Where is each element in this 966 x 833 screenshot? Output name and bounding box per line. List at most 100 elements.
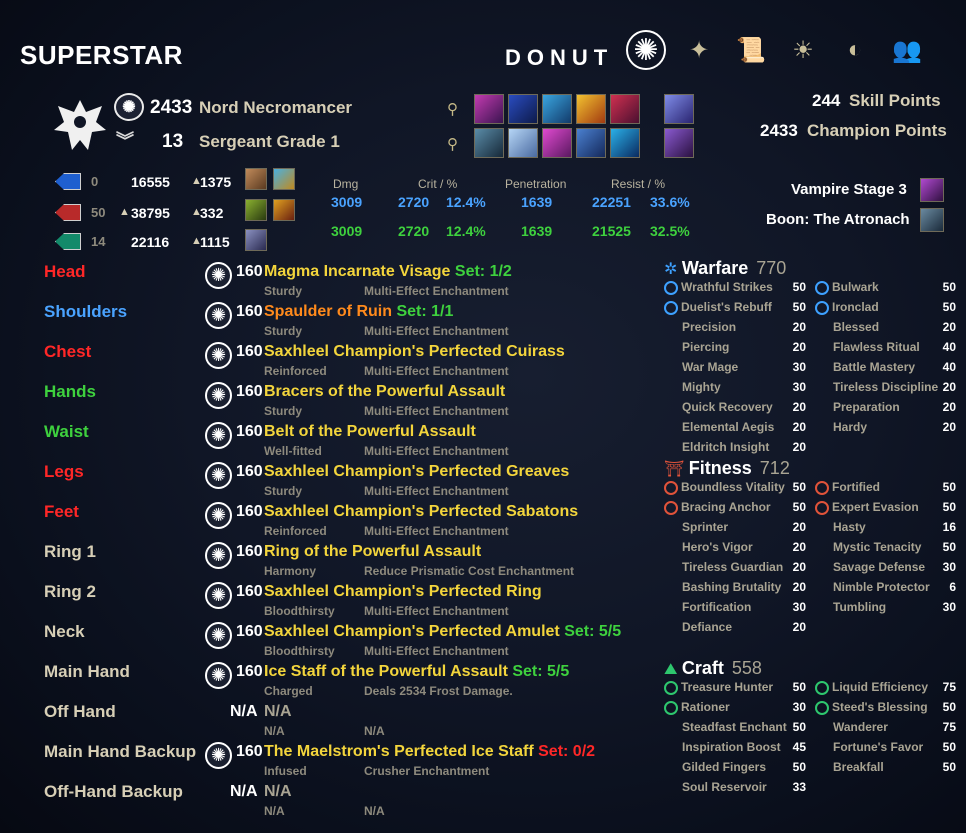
champion-star-name[interactable]: Steadfast Enchant xyxy=(682,720,787,734)
back-ability-bar xyxy=(474,128,640,158)
champion-star-name[interactable]: Treasure Hunter xyxy=(681,680,773,694)
item-name-line[interactable]: Saxhleel Champion's Perfected Amulet Set… xyxy=(264,623,621,641)
champion-star-name[interactable]: Defiance xyxy=(682,620,732,634)
spell-resist: 22251 xyxy=(592,194,631,210)
sun-icon[interactable]: ☀ xyxy=(784,31,822,69)
equipment-row[interactable]: Main Hand Backup ✺ 160 The Maelstrom's Perf… xyxy=(0,740,655,780)
champion-star-name[interactable]: Elemental Aegis xyxy=(682,420,774,434)
champion-rank-icon: ✺ xyxy=(205,742,232,769)
champion-star-name[interactable]: Savage Defense xyxy=(833,560,925,574)
group-icon[interactable]: 👥 xyxy=(888,31,926,69)
front-ability-bar xyxy=(474,94,640,124)
equipment-row[interactable]: Hands ✺ 160 Bracers of the Powerful Assault… xyxy=(0,380,655,420)
equipment-row[interactable]: Feet ✺ 160 Saxhleel Champion's Perfected Sa… xyxy=(0,500,655,540)
equipment-row[interactable]: Ring 1 ✺ 160 Ring of the Powerful Assault Ha… xyxy=(0,540,655,580)
item-name-line[interactable]: The Maelstrom's Perfected Ice Staff Set:… xyxy=(264,743,595,761)
champion-level: 2433 xyxy=(150,97,193,118)
champion-star-name[interactable]: Preparation xyxy=(833,400,900,414)
champion-star-name[interactable]: Expert Evasion xyxy=(832,500,919,514)
champion-star-name[interactable]: Piercing xyxy=(682,340,729,354)
item-name-line[interactable]: N/A xyxy=(264,703,292,721)
item-name-line[interactable]: Bracers of the Powerful Assault xyxy=(264,383,505,401)
champion-star-name[interactable]: Inspiration Boost xyxy=(682,740,781,754)
champion-star-name[interactable]: Liquid Efficiency xyxy=(832,680,928,694)
champion-star-name[interactable]: Bracing Anchor xyxy=(681,500,771,514)
item-name-line[interactable]: Saxhleel Champion's Perfected Ring xyxy=(264,583,542,601)
champion-icon[interactable]: ✺ xyxy=(626,30,666,70)
item-name-line[interactable]: Magma Incarnate Visage Set: 1/2 xyxy=(264,263,512,281)
account-name: DONUT xyxy=(505,45,614,70)
champion-star-name[interactable]: Fortification xyxy=(682,600,751,614)
skills-icon[interactable]: ✦ xyxy=(680,31,718,69)
champion-star-name[interactable]: Tireless Discipline xyxy=(833,380,938,394)
champion-star-name[interactable]: Hardy xyxy=(833,420,867,434)
champion-star-name[interactable]: Boundless Vitality xyxy=(681,480,785,494)
equipment-row[interactable]: Neck ✺ 160 Saxhleel Champion's Perfected Am… xyxy=(0,620,655,660)
skill-points-value: 244 xyxy=(812,91,841,110)
champion-rank-icon: ✺ xyxy=(205,382,232,409)
magicka-max: 16555 xyxy=(131,174,170,190)
champion-star-name[interactable]: Wrathful Strikes xyxy=(681,280,773,294)
fitness-header[interactable]: ⛩ Fitness 712 xyxy=(664,458,790,479)
champion-star-name[interactable]: Fortified xyxy=(832,480,880,494)
champion-star-name[interactable]: War Mage xyxy=(682,360,738,374)
champion-star-name[interactable]: Gilded Fingers xyxy=(682,760,766,774)
set-count: Set: 1/2 xyxy=(450,263,512,280)
champion-star-name[interactable]: Tumbling xyxy=(833,600,886,614)
champion-star-name[interactable]: Rationer xyxy=(681,700,730,714)
ability-icon xyxy=(576,128,606,158)
champion-star-name[interactable]: Hero's Vigor xyxy=(682,540,753,554)
item-name-line[interactable]: N/A xyxy=(264,783,292,801)
champion-star-name[interactable]: Bulwark xyxy=(832,280,879,294)
warfare-header[interactable]: ✲ Warfare 770 xyxy=(664,258,786,279)
champion-star-value: 50 xyxy=(942,300,956,314)
equipment-row[interactable]: Off-Hand Backup N/A N/A N/A N/A xyxy=(0,780,655,820)
equipment-row[interactable]: Shoulders ✺ 160 Spaulder of Ruin Set: 1/1 St… xyxy=(0,300,655,340)
champion-star-name[interactable]: Battle Mastery xyxy=(833,360,915,374)
equipment-row[interactable]: Main Hand ✺ 160 Ice Staff of the Powerful A… xyxy=(0,660,655,700)
champion-star-name[interactable]: Mighty xyxy=(682,380,721,394)
set-count: Set: 1/1 xyxy=(392,303,454,320)
champion-star-name[interactable]: Bashing Brutality xyxy=(682,580,781,594)
item-name-line[interactable]: Saxhleel Champion's Perfected Sabatons xyxy=(264,503,578,521)
champion-star-name[interactable]: Mystic Tenacity xyxy=(833,540,921,554)
character-name: SUPERSTAR xyxy=(20,40,183,70)
champion-star-name[interactable]: Tireless Guardian xyxy=(682,560,783,574)
item-name-line[interactable]: Ice Staff of the Powerful Assault Set: 5… xyxy=(264,663,569,681)
champion-star-value: 30 xyxy=(792,700,806,714)
dodge-icon[interactable]: ◐ xyxy=(836,31,874,69)
equipment-row[interactable]: Legs ✺ 160 Saxhleel Champion's Perfected Gr… xyxy=(0,460,655,500)
equipment-row[interactable]: Waist ✺ 160 Belt of the Powerful Assault Wel… xyxy=(0,420,655,460)
champion-star-name[interactable]: Soul Reservoir xyxy=(682,780,767,794)
champion-star-name[interactable]: Eldritch Insight xyxy=(682,440,769,454)
champion-star-name[interactable]: Ironclad xyxy=(832,300,879,314)
item-name-line[interactable]: Saxhleel Champion's Perfected Greaves xyxy=(264,463,569,481)
champion-star-name[interactable]: Steed's Blessing xyxy=(832,700,928,714)
equipment-row[interactable]: Ring 2 ✺ 160 Saxhleel Champion's Perfected … xyxy=(0,580,655,620)
champion-star-name[interactable]: Breakfall xyxy=(833,760,884,774)
champion-star-name[interactable]: Nimble Protector xyxy=(833,580,930,594)
scroll-icon[interactable]: 📜 xyxy=(732,31,770,69)
champion-star-name[interactable]: Sprinter xyxy=(682,520,728,534)
champion-star-name[interactable]: Precision xyxy=(682,320,736,334)
equipment-row[interactable]: Chest ✺ 160 Saxhleel Champion's Perfected C… xyxy=(0,340,655,380)
item-name-line[interactable]: Saxhleel Champion's Perfected Cuirass xyxy=(264,343,565,361)
item-name-line[interactable]: Belt of the Powerful Assault xyxy=(264,423,476,441)
item-trait: N/A xyxy=(264,724,285,738)
champion-star-name[interactable]: Quick Recovery xyxy=(682,400,773,414)
equipment-row[interactable]: Head ✺ 160 Magma Incarnate Visage Set: 1/2 S… xyxy=(0,260,655,300)
item-name-line[interactable]: Ring of the Powerful Assault xyxy=(264,543,481,561)
stamina-max: 22116 xyxy=(131,234,170,250)
slot-name: Shoulders xyxy=(44,302,128,321)
champion-star-name[interactable]: Hasty xyxy=(833,520,866,534)
equipment-row[interactable]: Off Hand N/A N/A N/A N/A xyxy=(0,700,655,740)
item-name-line[interactable]: Spaulder of Ruin Set: 1/1 xyxy=(264,303,453,321)
champion-star-name[interactable]: Wanderer xyxy=(833,720,888,734)
craft-header[interactable]: ⛰ Craft 558 xyxy=(664,658,762,679)
champion-star-name[interactable]: Duelist's Rebuff xyxy=(681,300,772,314)
champion-rank-icon: ✺ xyxy=(205,262,232,289)
champion-star-name[interactable]: Fortune's Favor xyxy=(833,740,923,754)
champion-star-name[interactable]: Flawless Ritual xyxy=(833,340,920,354)
crit-header: Crit / % xyxy=(418,177,458,191)
champion-star-name[interactable]: Blessed xyxy=(833,320,879,334)
